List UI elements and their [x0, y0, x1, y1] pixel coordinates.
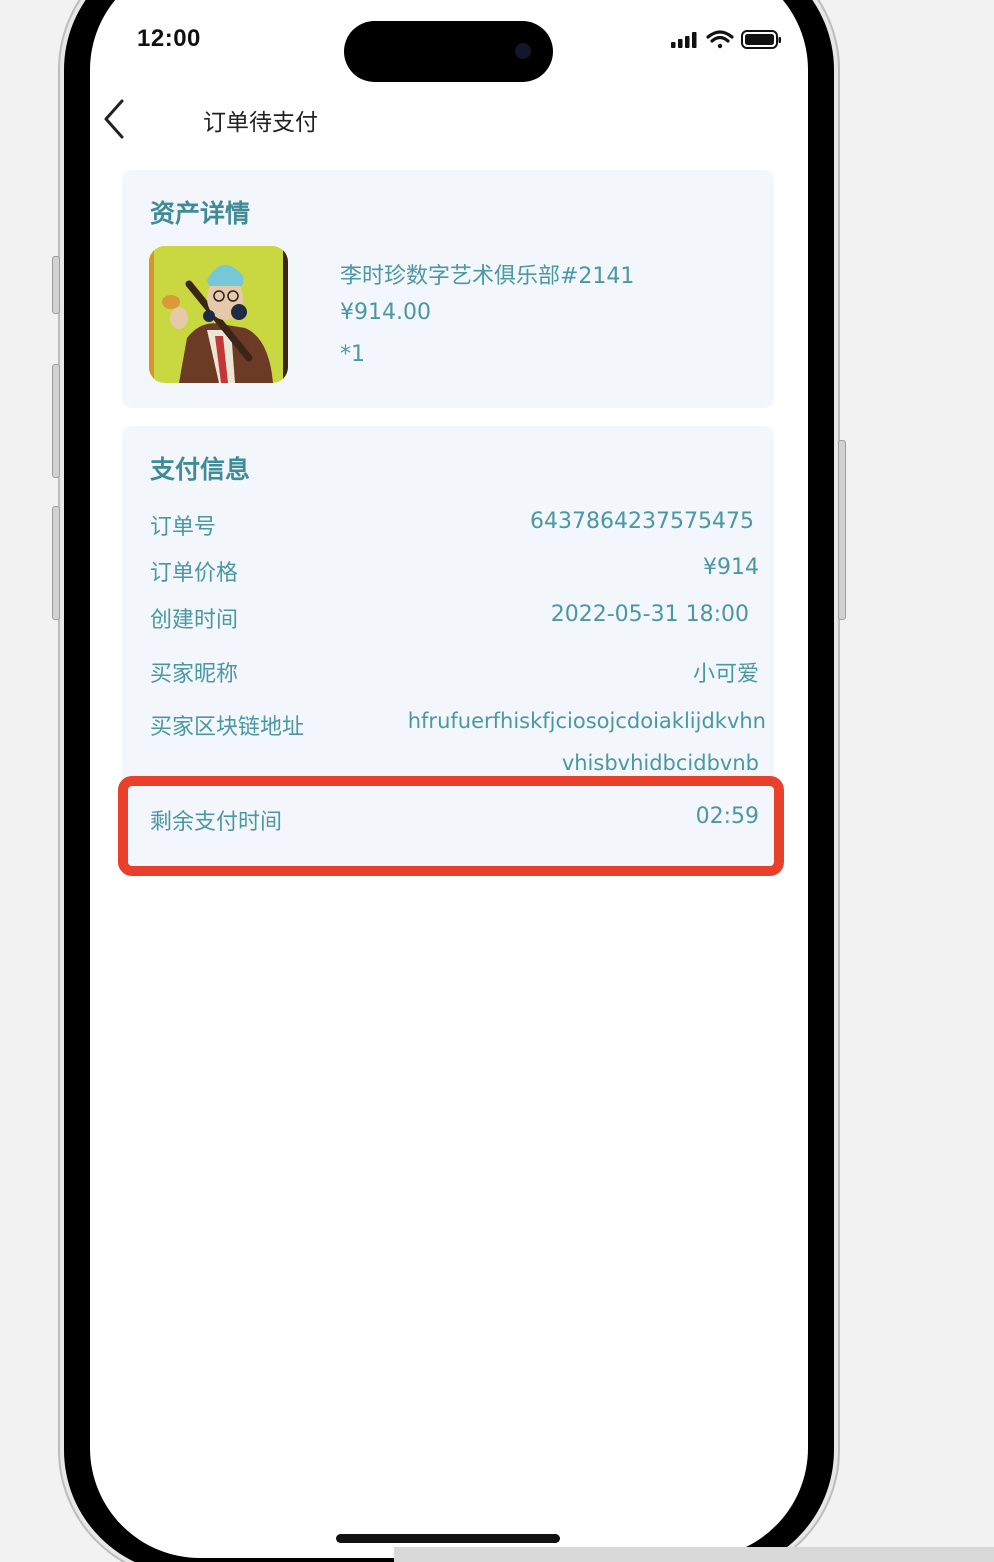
asset-name: 李时珍数字艺术俱乐部#2141: [340, 264, 635, 289]
created-time-value: 2022-05-31 18:00: [550, 602, 749, 627]
signal-icon: [671, 32, 697, 48]
power-button: [838, 440, 846, 620]
order-price-label: 订单价格: [150, 561, 239, 586]
buyer-address-label: 买家区块链地址: [150, 715, 305, 740]
page-title: 订单待支付: [203, 110, 318, 136]
battery-icon: [741, 30, 781, 49]
asset-quantity: *1: [340, 342, 365, 367]
volume-down-button: [52, 506, 60, 620]
asset-card-title: 资产详情: [150, 199, 251, 228]
asset-price: ¥914.00: [340, 300, 431, 325]
status-time: 12:00: [137, 25, 201, 52]
order-price-value: ¥914: [703, 555, 759, 580]
bottom-shadow-strip: [394, 1547, 994, 1562]
buyer-address-value: hfrufuerfhiskfjciosojcdoiaklijdkvhn: [407, 709, 766, 733]
status-icons: [671, 30, 781, 49]
order-number-label: 订单号: [150, 515, 217, 540]
payment-card-title: 支付信息: [150, 455, 251, 484]
buyer-nickname-value: 小可爱: [692, 662, 759, 687]
back-chevron-icon[interactable]: [100, 98, 130, 140]
nft-artwork-thumbnail[interactable]: [149, 246, 288, 383]
created-time-label: 创建时间: [150, 608, 239, 633]
mute-switch: [52, 256, 60, 314]
dynamic-island: [344, 21, 553, 82]
order-number-value: 6437864237575475: [530, 509, 754, 534]
volume-up-button: [52, 364, 60, 478]
front-camera-icon: [515, 43, 531, 59]
highlight-annotation-box: [118, 776, 784, 876]
page-root: 12:00 订单待支付 资产详情 李时珍数字艺术俱乐部#2141 ¥914.00…: [0, 0, 994, 1562]
buyer-address-value-line2: vhisbvhidbcidbvnb: [561, 751, 759, 775]
home-indicator[interactable]: [336, 1534, 560, 1543]
buyer-nickname-label: 买家昵称: [150, 662, 239, 687]
wifi-icon: [706, 30, 734, 49]
